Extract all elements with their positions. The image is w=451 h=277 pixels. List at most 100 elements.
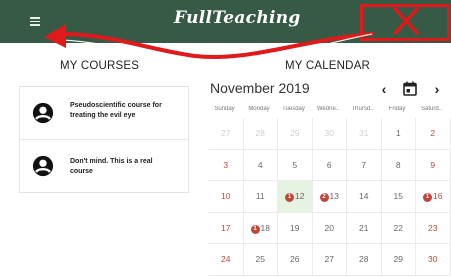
day-number: 11 (255, 191, 265, 201)
calendar-day-cell[interactable]: 20 (312, 212, 347, 244)
chevron-right-icon[interactable]: › (430, 81, 444, 97)
calendar-day-cell[interactable]: 7 (347, 149, 382, 181)
calendar-day-cell[interactable]: 24 (209, 244, 244, 276)
user-avatar-icon (32, 102, 54, 124)
weekday-label: Saturd.. (420, 106, 442, 112)
event-count-badge: 1 (285, 193, 295, 202)
calendar-day-cell[interactable]: 17 (209, 212, 244, 244)
course-name: Don't mind. This is a real course (70, 158, 153, 175)
chevron-left-icon[interactable]: ‹ (377, 81, 391, 97)
calendar-day-cell[interactable]: 26 (278, 244, 313, 276)
calendar-day-cell[interactable]: 28 (243, 118, 278, 150)
calendar-day-cell[interactable]: 29 (381, 244, 416, 276)
day-number: 31 (359, 128, 369, 138)
day-number: 5 (292, 159, 298, 170)
course-list: Pseudoscientific course for treating the… (19, 86, 189, 193)
day-number: 28 (359, 254, 369, 264)
day-number: 30 (428, 254, 438, 264)
calendar-day-cell[interactable]: 2 13 (312, 181, 347, 213)
calendar-day-cell[interactable]: 28 (347, 244, 382, 276)
my-courses-heading: MY COURSES (60, 60, 140, 72)
calendar-day-cell[interactable]: 14 (347, 181, 382, 213)
calendar-day-cell[interactable]: 29 (278, 118, 313, 150)
calendar-day-cell[interactable]: 23 (416, 212, 451, 244)
day-number: 28 (255, 128, 265, 138)
calendar-day-cell[interactable]: 1 (381, 118, 416, 150)
event-count-badge: 1 (423, 193, 433, 202)
calendar-day-cell[interactable]: 5 (278, 149, 313, 181)
day-number: 24 (221, 254, 231, 264)
day-number: 1 (395, 128, 401, 138)
calendar-day-cell[interactable]: 31 (347, 118, 382, 150)
calendar-day-cell[interactable]: 30 (312, 118, 347, 150)
day-number: 9 (430, 159, 436, 170)
day-number: 26 (290, 254, 300, 264)
calendar-day-cell[interactable]: 4 (243, 149, 278, 181)
calendar-day-cell[interactable]: 1 16 (416, 181, 451, 213)
calendar-day-cell[interactable]: 1 12 (278, 181, 313, 213)
course-item[interactable]: Pseudoscientific course for treating the… (20, 87, 188, 140)
weekday-header: Sunday Monday Tuesday Wedne.. Thursd.. Friday… (209, 106, 451, 118)
calendar-day-cell[interactable]: 22 (381, 212, 416, 244)
day-number: 14 (359, 191, 369, 201)
weekday-label: Thursd.. (351, 106, 374, 112)
day-number: 29 (393, 254, 403, 264)
day-number: 19 (290, 222, 300, 233)
calendar-day-cell[interactable]: 30 (416, 244, 451, 276)
day-number: 7 (361, 159, 367, 170)
calendar-month-label: November 2019 (210, 80, 310, 96)
calendar-day-cell[interactable]: 9 (416, 149, 451, 181)
event-count-badge: 1 (250, 224, 260, 234)
day-number: 8 (395, 159, 401, 170)
weekday-label: Friday (388, 106, 406, 112)
calendar-day-cell[interactable]: 27 (209, 118, 244, 150)
top-navbar: FullTeaching (0, 0, 451, 43)
day-number: 2 (430, 128, 436, 138)
calendar-day-cell[interactable]: 6 (312, 149, 347, 181)
day-number: 10 (221, 191, 231, 201)
calendar-today-icon[interactable] (403, 81, 417, 96)
calendar-day-cell[interactable]: 27 (312, 244, 347, 276)
my-calendar-heading: MY CALENDAR (285, 60, 371, 72)
day-number: 27 (221, 128, 231, 138)
day-number: 30 (324, 128, 334, 138)
calendar-day-cell[interactable]: 25 (243, 244, 278, 276)
day-number: 18 (260, 222, 270, 233)
day-number: 6 (326, 159, 332, 170)
day-number: 3 (223, 159, 229, 170)
calendar-day-cell[interactable]: 3 (209, 149, 244, 181)
day-number: 22 (393, 222, 403, 233)
weekday-label: Wedne.. (316, 106, 340, 112)
day-number: 15 (393, 191, 403, 201)
calendar-day-cell[interactable]: 2 (416, 118, 451, 150)
day-number: 4 (257, 159, 263, 170)
calendar-day-cell[interactable]: 11 (243, 181, 278, 213)
calendar-day-cell[interactable]: 21 (347, 212, 382, 244)
day-number: 21 (359, 222, 369, 233)
event-count-badge: 2 (319, 193, 329, 202)
course-item[interactable]: Don't mind. This is a real course (20, 140, 188, 193)
app-brand[interactable]: FullTeaching (174, 8, 300, 28)
calendar-day-cell[interactable]: 19 (278, 212, 313, 244)
weekday-label: Monday (248, 106, 270, 112)
day-number: 16 (433, 191, 443, 201)
user-avatar-icon (32, 155, 54, 177)
day-number: 13 (329, 191, 339, 201)
day-number: 17 (221, 222, 231, 233)
calendar-grid: 27 28 29 30 31 1 2 3 4 5 6 7 8 9 10 11 1 12 2 13 14 15 1 16 17 1 1… (209, 118, 451, 277)
day-number: 29 (290, 128, 300, 138)
close-icon[interactable] (391, 6, 421, 36)
day-number: 23 (428, 222, 438, 233)
day-number: 20 (324, 222, 334, 233)
day-number: 25 (255, 254, 265, 264)
day-number: 27 (324, 254, 334, 264)
weekday-label: Tuesday (282, 106, 305, 112)
calendar-day-cell[interactable]: 10 (209, 181, 244, 213)
calendar-day-cell[interactable]: 15 (381, 181, 416, 213)
calendar-day-cell[interactable]: 1 18 (243, 212, 278, 244)
course-name: Pseudoscientific course for treating the… (70, 102, 162, 119)
day-number: 12 (295, 191, 305, 201)
weekday-label: Sunday (214, 106, 235, 112)
hamburger-menu-icon[interactable] (26, 12, 44, 30)
calendar-day-cell[interactable]: 8 (381, 149, 416, 181)
